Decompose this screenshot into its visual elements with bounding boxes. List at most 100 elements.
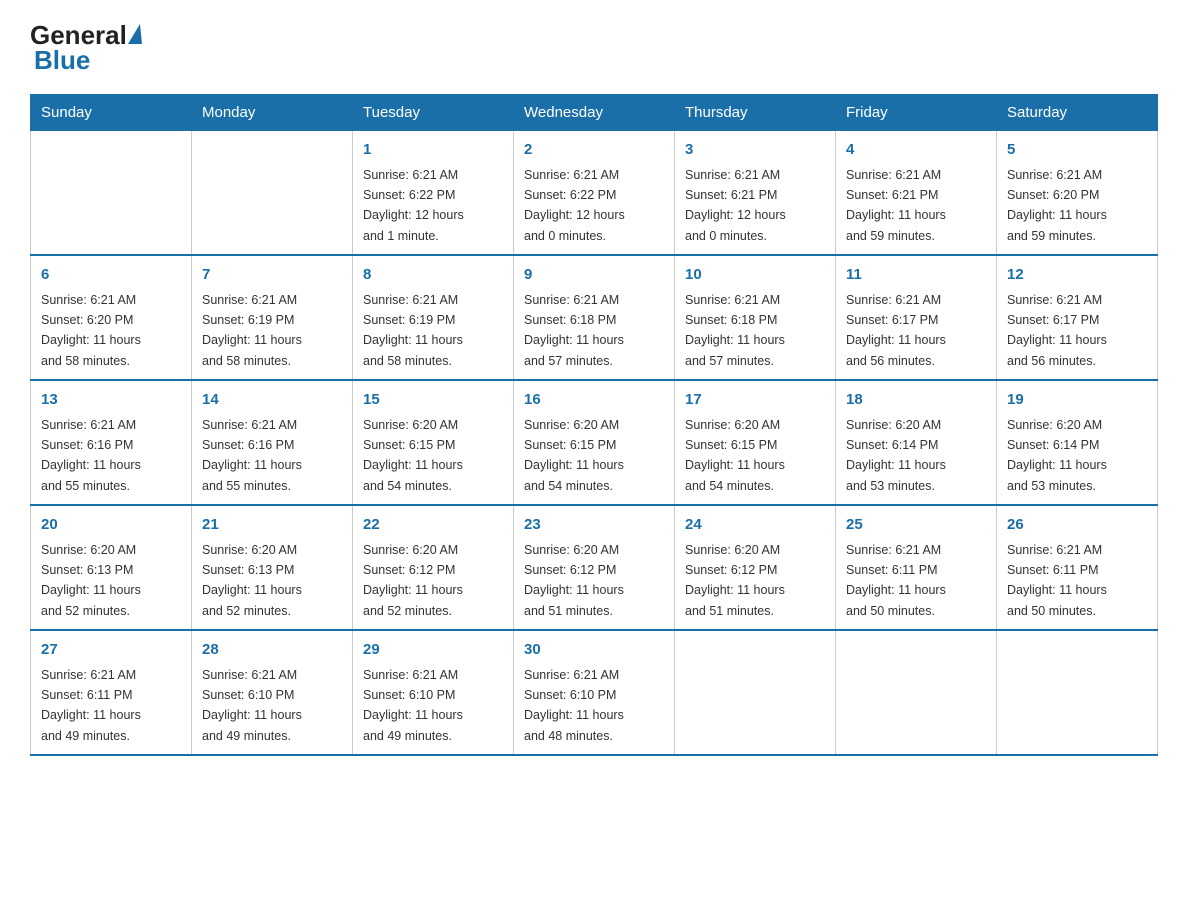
- day-info: Sunrise: 6:21 AM Sunset: 6:11 PM Dayligh…: [846, 543, 946, 618]
- day-number: 10: [685, 264, 825, 287]
- day-number: 24: [685, 514, 825, 537]
- logo-icon: [128, 24, 142, 44]
- calendar-cell: 9 Sunrise: 6:21 AM Sunset: 6:18 PM Daylig…: [514, 255, 675, 380]
- calendar-cell: 3Sunrise: 6:21 AM Sunset: 6:21 PM Daylig…: [675, 131, 836, 256]
- day-number: 4: [846, 139, 986, 162]
- calendar-cell: 23Sunrise: 6:20 AM Sunset: 6:12 PM Dayli…: [514, 505, 675, 630]
- day-info: Sunrise: 6:21 AM Sunset: 6:16 PM Dayligh…: [41, 418, 141, 493]
- calendar-table: SundayMondayTuesdayWednesdayThursdayFrid…: [30, 94, 1158, 756]
- calendar-cell: 4 Sunrise: 6:21 AM Sunset: 6:21 PM Daylig…: [836, 131, 997, 256]
- day-number: 12: [1007, 264, 1147, 287]
- day-info: Sunrise: 6:21 AM Sunset: 6:18 PM Dayligh…: [685, 293, 785, 368]
- day-number: 7: [202, 264, 342, 287]
- calendar-header-row: SundayMondayTuesdayWednesdayThursdayFrid…: [31, 95, 1158, 131]
- calendar-cell: 22 Sunrise: 6:20 AM Sunset: 6:12 PM Dayli…: [353, 505, 514, 630]
- calendar-cell: [836, 630, 997, 755]
- day-info: Sunrise: 6:21 AM Sunset: 6:18 PM Dayligh…: [524, 293, 624, 368]
- day-number: 13: [41, 389, 181, 412]
- day-info: Sunrise: 6:21 AM Sunset: 6:10 PM Dayligh…: [524, 668, 624, 743]
- calendar-cell: [675, 630, 836, 755]
- day-info: Sunrise: 6:21 AM Sunset: 6:19 PM Dayligh…: [202, 293, 302, 368]
- logo: General Blue: [30, 20, 143, 76]
- day-number: 27: [41, 639, 181, 662]
- day-number: 20: [41, 514, 181, 537]
- day-info: Sunrise: 6:20 AM Sunset: 6:15 PM Dayligh…: [685, 418, 785, 493]
- calendar-cell: 11 Sunrise: 6:21 AM Sunset: 6:17 PM Dayli…: [836, 255, 997, 380]
- calendar-cell: 10 Sunrise: 6:21 AM Sunset: 6:18 PM Dayli…: [675, 255, 836, 380]
- day-info: Sunrise: 6:20 AM Sunset: 6:13 PM Dayligh…: [202, 543, 302, 618]
- calendar-cell: 19 Sunrise: 6:20 AM Sunset: 6:14 PM Dayli…: [997, 380, 1158, 505]
- calendar-cell: 20 Sunrise: 6:20 AM Sunset: 6:13 PM Dayli…: [31, 505, 192, 630]
- calendar-week-5: 27 Sunrise: 6:21 AM Sunset: 6:11 PM Dayli…: [31, 630, 1158, 755]
- weekday-header-tuesday: Tuesday: [353, 95, 514, 131]
- day-info: Sunrise: 6:21 AM Sunset: 6:10 PM Dayligh…: [202, 668, 302, 743]
- day-number: 9: [524, 264, 664, 287]
- day-info: Sunrise: 6:20 AM Sunset: 6:14 PM Dayligh…: [846, 418, 946, 493]
- calendar-cell: 18 Sunrise: 6:20 AM Sunset: 6:14 PM Dayli…: [836, 380, 997, 505]
- calendar-cell: 29 Sunrise: 6:21 AM Sunset: 6:10 PM Dayli…: [353, 630, 514, 755]
- weekday-header-friday: Friday: [836, 95, 997, 131]
- day-info: Sunrise: 6:20 AM Sunset: 6:14 PM Dayligh…: [1007, 418, 1107, 493]
- day-info: Sunrise: 6:21 AM Sunset: 6:10 PM Dayligh…: [363, 668, 463, 743]
- calendar-cell: 15 Sunrise: 6:20 AM Sunset: 6:15 PM Dayli…: [353, 380, 514, 505]
- day-info: Sunrise: 6:21 AM Sunset: 6:11 PM Dayligh…: [41, 668, 141, 743]
- day-number: 11: [846, 264, 986, 287]
- day-number: 29: [363, 639, 503, 662]
- calendar-week-2: 6Sunrise: 6:21 AM Sunset: 6:20 PM Daylig…: [31, 255, 1158, 380]
- day-number: 18: [846, 389, 986, 412]
- calendar-cell: 14Sunrise: 6:21 AM Sunset: 6:16 PM Dayli…: [192, 380, 353, 505]
- page-header: General Blue: [30, 20, 1158, 76]
- calendar-week-4: 20 Sunrise: 6:20 AM Sunset: 6:13 PM Dayli…: [31, 505, 1158, 630]
- calendar-cell: 5 Sunrise: 6:21 AM Sunset: 6:20 PM Daylig…: [997, 131, 1158, 256]
- day-info: Sunrise: 6:20 AM Sunset: 6:13 PM Dayligh…: [41, 543, 141, 618]
- day-info: Sunrise: 6:20 AM Sunset: 6:12 PM Dayligh…: [685, 543, 785, 618]
- calendar-cell: 12 Sunrise: 6:21 AM Sunset: 6:17 PM Dayli…: [997, 255, 1158, 380]
- day-info: Sunrise: 6:20 AM Sunset: 6:15 PM Dayligh…: [524, 418, 624, 493]
- day-number: 6: [41, 264, 181, 287]
- calendar-cell: 17 Sunrise: 6:20 AM Sunset: 6:15 PM Dayli…: [675, 380, 836, 505]
- calendar-cell: 21 Sunrise: 6:20 AM Sunset: 6:13 PM Dayli…: [192, 505, 353, 630]
- day-info: Sunrise: 6:21 AM Sunset: 6:22 PM Dayligh…: [524, 168, 625, 243]
- day-info: Sunrise: 6:20 AM Sunset: 6:12 PM Dayligh…: [363, 543, 463, 618]
- day-info: Sunrise: 6:20 AM Sunset: 6:15 PM Dayligh…: [363, 418, 463, 493]
- day-number: 15: [363, 389, 503, 412]
- calendar-cell: 2 Sunrise: 6:21 AM Sunset: 6:22 PM Daylig…: [514, 131, 675, 256]
- day-info: Sunrise: 6:21 AM Sunset: 6:20 PM Dayligh…: [1007, 168, 1107, 243]
- calendar-week-3: 13 Sunrise: 6:21 AM Sunset: 6:16 PM Dayli…: [31, 380, 1158, 505]
- weekday-header-sunday: Sunday: [31, 95, 192, 131]
- day-number: 2: [524, 139, 664, 162]
- calendar-cell: 13 Sunrise: 6:21 AM Sunset: 6:16 PM Dayli…: [31, 380, 192, 505]
- day-info: Sunrise: 6:21 AM Sunset: 6:17 PM Dayligh…: [1007, 293, 1107, 368]
- day-number: 19: [1007, 389, 1147, 412]
- calendar-cell: [192, 131, 353, 256]
- day-number: 28: [202, 639, 342, 662]
- day-number: 26: [1007, 514, 1147, 537]
- calendar-week-1: 1 Sunrise: 6:21 AM Sunset: 6:22 PM Daylig…: [31, 131, 1158, 256]
- weekday-header-thursday: Thursday: [675, 95, 836, 131]
- day-info: Sunrise: 6:21 AM Sunset: 6:19 PM Dayligh…: [363, 293, 463, 368]
- weekday-header-wednesday: Wednesday: [514, 95, 675, 131]
- day-info: Sunrise: 6:21 AM Sunset: 6:11 PM Dayligh…: [1007, 543, 1107, 618]
- day-number: 1: [363, 139, 503, 162]
- day-number: 16: [524, 389, 664, 412]
- day-number: 17: [685, 389, 825, 412]
- weekday-header-monday: Monday: [192, 95, 353, 131]
- day-info: Sunrise: 6:20 AM Sunset: 6:12 PM Dayligh…: [524, 543, 624, 618]
- calendar-cell: 24 Sunrise: 6:20 AM Sunset: 6:12 PM Dayli…: [675, 505, 836, 630]
- calendar-cell: [31, 131, 192, 256]
- calendar-cell: 1 Sunrise: 6:21 AM Sunset: 6:22 PM Daylig…: [353, 131, 514, 256]
- day-number: 8: [363, 264, 503, 287]
- day-info: Sunrise: 6:21 AM Sunset: 6:17 PM Dayligh…: [846, 293, 946, 368]
- day-number: 3: [685, 139, 825, 162]
- weekday-header-saturday: Saturday: [997, 95, 1158, 131]
- calendar-cell: 6Sunrise: 6:21 AM Sunset: 6:20 PM Daylig…: [31, 255, 192, 380]
- day-info: Sunrise: 6:21 AM Sunset: 6:21 PM Dayligh…: [846, 168, 946, 243]
- day-info: Sunrise: 6:21 AM Sunset: 6:22 PM Dayligh…: [363, 168, 464, 243]
- day-info: Sunrise: 6:21 AM Sunset: 6:16 PM Dayligh…: [202, 418, 302, 493]
- calendar-cell: 28 Sunrise: 6:21 AM Sunset: 6:10 PM Dayli…: [192, 630, 353, 755]
- calendar-cell: 25Sunrise: 6:21 AM Sunset: 6:11 PM Dayli…: [836, 505, 997, 630]
- day-number: 5: [1007, 139, 1147, 162]
- day-number: 21: [202, 514, 342, 537]
- calendar-cell: 30Sunrise: 6:21 AM Sunset: 6:10 PM Dayli…: [514, 630, 675, 755]
- day-number: 22: [363, 514, 503, 537]
